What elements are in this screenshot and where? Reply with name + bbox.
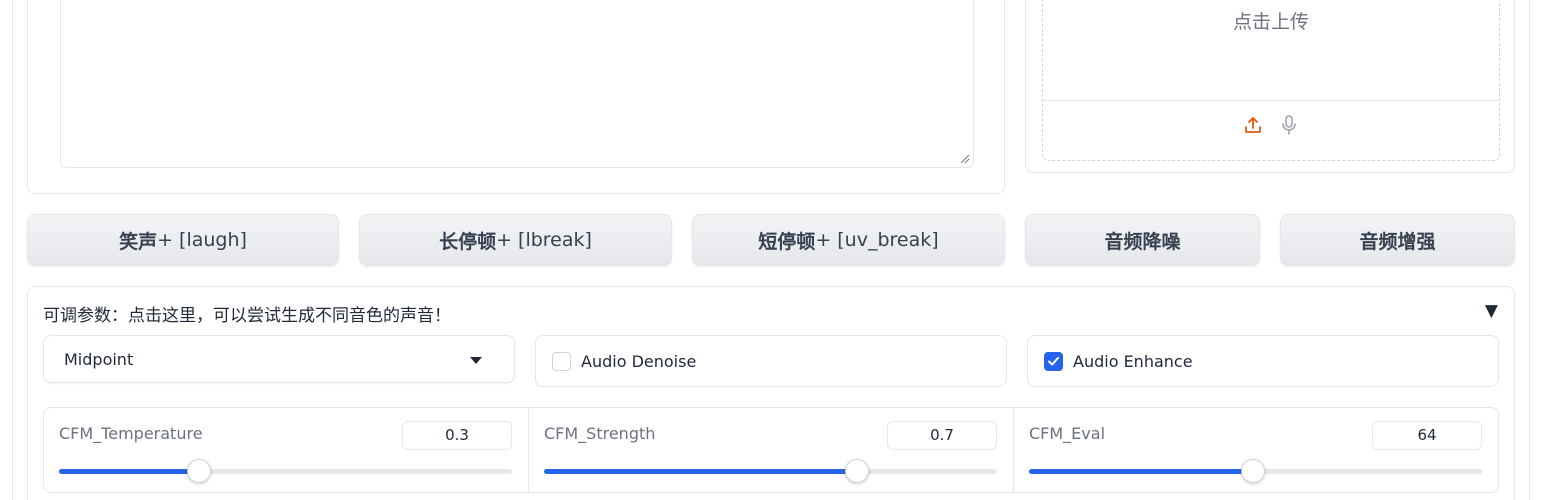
slider-fill — [59, 469, 200, 474]
cfm-temperature-slider: CFM_Temperature 0.3 — [44, 408, 529, 492]
resize-handle-icon[interactable] — [960, 154, 970, 164]
slider-thumb[interactable] — [844, 459, 869, 483]
audio-denoise-checkbox[interactable]: Audio Denoise — [535, 335, 1007, 387]
audio-denoise-button[interactable]: 音频降噪 — [1025, 214, 1260, 266]
slider-label: CFM_Eval — [1029, 424, 1106, 443]
upload-icon[interactable] — [1242, 113, 1264, 137]
slider-number-input[interactable]: 64 — [1372, 421, 1482, 450]
slider-track[interactable] — [544, 459, 997, 483]
slider-fill — [1029, 469, 1254, 474]
slider-thumb[interactable] — [1241, 459, 1266, 483]
cfm-eval-slider: CFM_Eval 64 — [1014, 408, 1498, 492]
checkbox-checked-icon[interactable] — [1044, 351, 1063, 371]
microphone-icon[interactable] — [1278, 113, 1300, 137]
long-break-button[interactable]: 长停顿 + [lbreak] — [359, 214, 672, 266]
slider-group: CFM_Temperature 0.3 CFM_Strength 0.7 CFM… — [43, 407, 1499, 493]
slider-thumb[interactable] — [187, 459, 212, 483]
slider-number-input[interactable]: 0.3 — [402, 421, 512, 450]
chevron-down-icon — [470, 357, 482, 364]
checkbox-icon[interactable] — [552, 351, 571, 371]
slider-label: CFM_Strength — [544, 424, 656, 443]
upload-dropzone[interactable]: 点击上传 — [1042, 0, 1500, 161]
text-input-panel — [27, 0, 1005, 194]
text-input-area[interactable] — [60, 0, 974, 168]
params-accordion-title[interactable]: 可调参数：点击这里，可以尝试生成不同音色的声音！ — [43, 301, 451, 326]
checkbox-label: Audio Enhance — [1073, 351, 1193, 371]
params-accordion: 可调参数：点击这里，可以尝试生成不同音色的声音！ ▼ Midpoint Audi… — [27, 286, 1515, 500]
dropdown-value: Midpoint — [64, 349, 134, 369]
audio-enhance-button[interactable]: 音频增强 — [1280, 214, 1515, 266]
solver-dropdown[interactable]: Midpoint — [43, 335, 515, 383]
slider-fill — [544, 469, 857, 474]
short-break-button[interactable]: 短停顿 + [uv_break] — [692, 214, 1005, 266]
slider-number-input[interactable]: 0.7 — [887, 421, 997, 450]
slider-track[interactable] — [59, 459, 512, 483]
laugh-button[interactable]: 笑声 + [laugh] — [27, 214, 339, 266]
audio-upload-panel: 点击上传 — [1025, 0, 1515, 173]
slider-track[interactable] — [1029, 459, 1482, 483]
upload-prompt[interactable]: 点击上传 — [1043, 7, 1499, 34]
collapse-toggle-icon[interactable]: ▼ — [1485, 301, 1498, 321]
checkbox-label: Audio Denoise — [581, 351, 697, 371]
divider — [1043, 100, 1499, 101]
slider-label: CFM_Temperature — [59, 424, 203, 443]
audio-enhance-checkbox[interactable]: Audio Enhance — [1027, 335, 1499, 387]
upload-source-toolbar — [1043, 113, 1499, 137]
cfm-strength-slider: CFM_Strength 0.7 — [529, 408, 1014, 492]
